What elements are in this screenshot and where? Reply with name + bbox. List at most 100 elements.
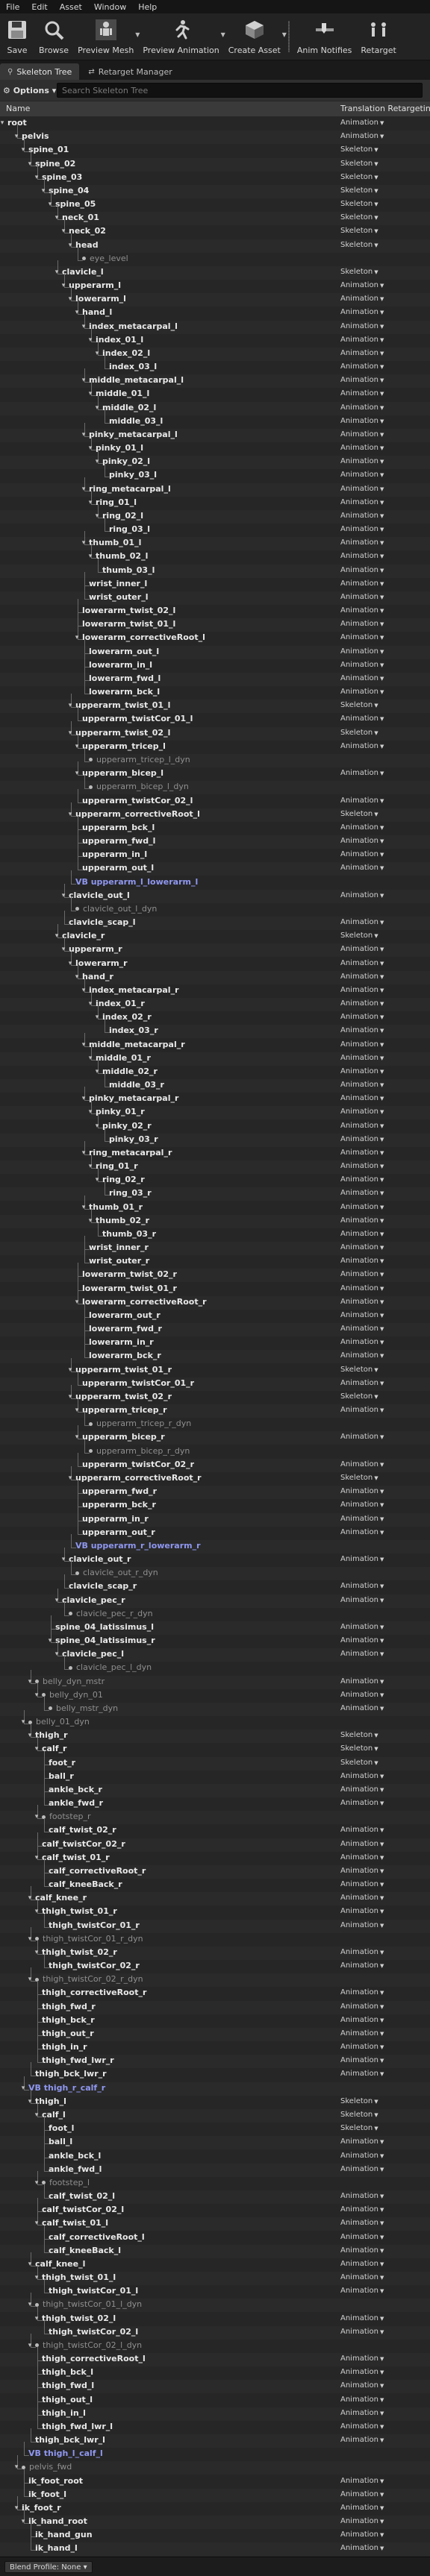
bone-row[interactable]: lowerarm_bck_lAnimation▼ [0, 686, 430, 700]
expand-toggle-icon[interactable]: ▾ [87, 1108, 94, 1116]
bone-row[interactable]: ▾upperarm_twist_02_rSkeleton▼ [0, 1391, 430, 1404]
bone-row[interactable]: ▾spine_04Skeleton▼ [0, 185, 430, 198]
translation-retargeting-dropdown[interactable]: Animation▼ [340, 891, 384, 899]
menu-asset[interactable]: Asset [54, 2, 88, 12]
bone-row[interactable]: upperarm_twistCor_02_rAnimation▼ [0, 1459, 430, 1472]
bone-row[interactable]: calf_correctiveRoot_rAnimation▼ [0, 1865, 430, 1879]
bone-row[interactable]: ▾index_metacarpal_lAnimation▼ [0, 321, 430, 334]
socket-row[interactable]: ▾belly_dyn_mstrAnimation▼ [0, 1676, 430, 1689]
bone-row[interactable]: calf_twist_02_rAnimation▼ [0, 1824, 430, 1838]
bone-row[interactable]: ▾middle_01_lAnimation▼ [0, 388, 430, 401]
search-input[interactable] [57, 85, 422, 96]
translation-retargeting-dropdown[interactable]: Animation▼ [340, 2504, 384, 2512]
bone-row[interactable]: ▾thumb_01_lAnimation▼ [0, 537, 430, 550]
bone-row[interactable]: ▾pinky_01_lAnimation▼ [0, 442, 430, 456]
virtual-bone-row[interactable]: ▾VB thigh_r_calf_r [0, 2082, 430, 2096]
translation-retargeting-dropdown[interactable]: Animation▼ [340, 376, 384, 384]
bone-row[interactable]: ▾ring_02_rAnimation▼ [0, 1174, 430, 1187]
translation-retargeting-dropdown[interactable]: Animation▼ [340, 498, 384, 506]
expand-toggle-icon[interactable]: ▾ [33, 1908, 40, 1915]
bone-row[interactable]: thumb_03_rAnimation▼ [0, 1228, 430, 1242]
bone-row[interactable]: ▾index_02_lAnimation▼ [0, 348, 430, 361]
translation-retargeting-dropdown[interactable]: Skeleton▼ [340, 160, 378, 168]
translation-retargeting-dropdown[interactable]: Skeleton▼ [340, 173, 378, 181]
translation-retargeting-dropdown[interactable]: Skeleton▼ [340, 1366, 378, 1374]
translation-retargeting-dropdown[interactable]: Animation▼ [340, 593, 384, 601]
bone-row[interactable]: ▾clavicle_out_lAnimation▼ [0, 890, 430, 903]
translation-retargeting-dropdown[interactable]: Animation▼ [340, 2477, 384, 2485]
translation-retargeting-dropdown[interactable]: Animation▼ [340, 2517, 384, 2525]
expand-toggle-icon[interactable]: ▾ [80, 1204, 87, 1211]
translation-retargeting-dropdown[interactable]: Animation▼ [340, 308, 384, 316]
expand-toggle-icon[interactable]: ▾ [46, 201, 54, 208]
bone-row[interactable]: thigh_bck_rAnimation▼ [0, 2014, 430, 2028]
expand-toggle-icon[interactable]: ▾ [53, 268, 60, 276]
bone-row[interactable]: ▾lowerarm_correctiveRoot_lAnimation▼ [0, 632, 430, 645]
translation-retargeting-dropdown[interactable]: Animation▼ [340, 538, 384, 547]
expand-toggle-icon[interactable]: ▾ [80, 987, 87, 994]
bone-row[interactable]: ▾thigh_twist_01_rAnimation▼ [0, 1906, 430, 1919]
bone-row[interactable]: thigh_twistCor_02_rAnimation▼ [0, 1960, 430, 1973]
expand-toggle-icon[interactable]: ▾ [87, 499, 94, 506]
bone-row[interactable]: thigh_fwd_lwr_lAnimation▼ [0, 2421, 430, 2434]
bone-row[interactable]: ▾lowerarm_rAnimation▼ [0, 958, 430, 971]
translation-retargeting-dropdown[interactable]: Animation▼ [340, 2219, 384, 2227]
translation-retargeting-dropdown[interactable]: Animation▼ [340, 1351, 384, 1360]
bone-row[interactable]: ▾calf_knee_rAnimation▼ [0, 1892, 430, 1906]
bone-row[interactable]: wrist_outer_rAnimation▼ [0, 1255, 430, 1269]
translation-retargeting-dropdown[interactable]: Animation▼ [340, 1135, 384, 1143]
translation-retargeting-dropdown[interactable]: Animation▼ [340, 1054, 384, 1062]
translation-retargeting-dropdown[interactable]: Animation▼ [340, 1298, 384, 1306]
translation-retargeting-dropdown[interactable]: Animation▼ [340, 1582, 384, 1590]
translation-retargeting-dropdown[interactable]: Animation▼ [340, 471, 384, 479]
bone-row[interactable]: ▾spine_05Skeleton▼ [0, 198, 430, 212]
translation-retargeting-dropdown[interactable]: Animation▼ [340, 1122, 384, 1130]
expand-toggle-icon[interactable]: ▾ [26, 1894, 34, 1902]
expand-toggle-icon[interactable]: ▾ [13, 2504, 20, 2512]
bone-row[interactable]: lowerarm_twist_02_lAnimation▼ [0, 605, 430, 618]
translation-retargeting-dropdown[interactable]: Animation▼ [340, 1867, 384, 1875]
bone-row[interactable]: lowerarm_twist_01_lAnimation▼ [0, 618, 430, 632]
column-name-header[interactable]: Name [6, 104, 30, 113]
expand-toggle-icon[interactable]: ▾ [13, 133, 20, 140]
socket-row[interactable]: upperarm_tricep_l_dyn [0, 754, 430, 767]
translation-retargeting-dropdown[interactable]: Animation▼ [340, 959, 384, 967]
bone-row[interactable]: ik_hand_lAnimation▼ [0, 2542, 430, 2556]
translation-retargeting-dropdown[interactable]: Animation▼ [340, 2002, 384, 2011]
bone-row[interactable]: ▾index_01_rAnimation▼ [0, 998, 430, 1011]
socket-row[interactable]: ▾belly_dyn_01Animation▼ [0, 1689, 430, 1703]
translation-retargeting-dropdown[interactable]: Animation▼ [340, 2205, 384, 2214]
bone-row[interactable]: ▾headSkeleton▼ [0, 239, 430, 253]
translation-retargeting-dropdown[interactable]: Animation▼ [340, 1826, 384, 1834]
expand-toggle-icon[interactable]: ▾ [26, 1935, 34, 1943]
bone-row[interactable]: upperarm_twistCor_02_lAnimation▼ [0, 795, 430, 808]
translation-retargeting-dropdown[interactable]: Animation▼ [340, 986, 384, 994]
bone-row[interactable]: ▾middle_metacarpal_lAnimation▼ [0, 374, 430, 388]
expand-toggle-icon[interactable]: ▾ [19, 146, 27, 154]
expand-toggle-icon[interactable]: ▾ [26, 2261, 34, 2268]
translation-retargeting-dropdown[interactable]: Animation▼ [340, 579, 384, 588]
expand-toggle-icon[interactable]: ▾ [66, 295, 74, 303]
expand-toggle-icon[interactable]: ▾ [40, 187, 47, 195]
bone-row[interactable]: spine_04_latissimus_lAnimation▼ [0, 1621, 430, 1635]
expand-toggle-icon[interactable]: ▾ [66, 1366, 74, 1374]
translation-retargeting-dropdown[interactable]: Animation▼ [340, 1880, 384, 1888]
translation-retargeting-dropdown[interactable]: Animation▼ [340, 837, 384, 845]
expand-toggle-icon[interactable]: ▾ [13, 2463, 20, 2471]
bone-row[interactable]: ▾middle_01_rAnimation▼ [0, 1052, 430, 1066]
bone-row[interactable]: index_03_lAnimation▼ [0, 361, 430, 374]
translation-retargeting-dropdown[interactable]: Animation▼ [340, 1081, 384, 1089]
translation-retargeting-dropdown[interactable]: Animation▼ [340, 512, 384, 520]
translation-retargeting-dropdown[interactable]: Animation▼ [340, 742, 384, 750]
bone-row[interactable]: ▾thumb_02_rAnimation▼ [0, 1215, 430, 1228]
expand-toggle-icon[interactable]: ▾ [80, 1149, 87, 1157]
bone-row[interactable]: middle_03_rAnimation▼ [0, 1079, 430, 1093]
translation-retargeting-dropdown[interactable]: Animation▼ [340, 2192, 384, 2200]
virtual-bone-row[interactable]: VB thigh_l_calf_l [0, 2448, 430, 2461]
bone-row[interactable]: ▾calf_knee_lAnimation▼ [0, 2258, 430, 2272]
bone-row[interactable]: thigh_twistCor_02_lAnimation▼ [0, 2326, 430, 2340]
bone-row[interactable]: ankle_bck_lAnimation▼ [0, 2150, 430, 2164]
bone-row[interactable]: ▾ring_01_lAnimation▼ [0, 497, 430, 510]
bone-row[interactable]: thigh_twistCor_01_rAnimation▼ [0, 1920, 430, 1933]
bone-row[interactable]: lowerarm_fwd_rAnimation▼ [0, 1323, 430, 1336]
